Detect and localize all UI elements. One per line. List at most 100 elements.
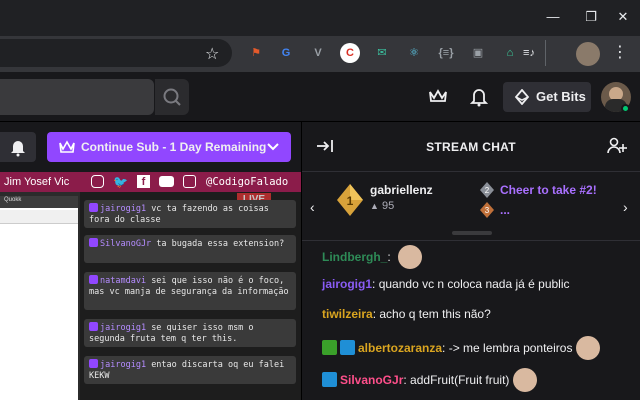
chat-colon: :	[372, 277, 376, 291]
chat-username[interactable]: albertozaranza	[358, 341, 442, 355]
bits-triangle-icon: ▲	[370, 201, 379, 211]
twitch-icon	[183, 175, 196, 188]
twitch-badge-icon	[89, 203, 98, 212]
overlay-chat-message: natamdavi sei que isso não é o foco, mas…	[84, 272, 296, 310]
extension-c-icon[interactable]: C	[340, 43, 360, 63]
ide-tab-label: Quokk	[4, 197, 22, 203]
social-handle-text: @CodigoFalado	[206, 176, 289, 188]
bookmark-star-icon[interactable]: ☆	[205, 44, 219, 64]
stream-social-banner: Jim Yosef Vic 🐦 f @CodigoFalado	[0, 172, 301, 192]
close-icon[interactable]: ✕	[613, 8, 633, 26]
toolbar-divider	[545, 40, 546, 66]
stream-ide-window	[0, 196, 78, 400]
get-bits-button[interactable]: Get Bits	[503, 82, 591, 112]
overlay-username: SilvanoGJr	[100, 239, 152, 249]
chat-message: jairogig1: quando vc n coloca nada já é …	[322, 276, 632, 292]
chevron-down-icon	[267, 143, 279, 151]
twitch-badge-icon	[89, 275, 98, 284]
chat-title: STREAM CHAT	[426, 140, 516, 154]
emote-icon[interactable]	[513, 368, 538, 392]
overlay-username: jairogig1	[100, 360, 147, 370]
rank-3-gem-icon: 3	[479, 201, 495, 224]
address-bar[interactable]	[0, 39, 232, 67]
twitter-icon: 🐦	[113, 175, 128, 189]
follow-notifications-button[interactable]	[0, 132, 36, 162]
chat-username[interactable]: tiwilzeira	[322, 307, 373, 321]
chat-username[interactable]: Lindbergh_	[322, 250, 387, 264]
leaderboard-first-count: ▲ 95	[370, 200, 394, 212]
overlay-chat-message: SilvanoGJr ta bugada essa extension?	[84, 235, 296, 263]
chat-message: albertozaranza: -> me lembra ponteiros	[322, 336, 632, 360]
chat-username[interactable]: SilvanoGJr	[340, 373, 403, 387]
youtube-icon	[159, 176, 174, 187]
svg-text:1: 1	[347, 194, 354, 208]
overlay-username: natamdavi	[100, 276, 147, 286]
vue-devtools-icon[interactable]: V	[308, 43, 328, 63]
chat-message: Lindbergh_:	[322, 245, 632, 269]
ide-tab-bar: Quokk	[0, 196, 78, 208]
twitch-badge-icon	[89, 359, 98, 368]
search-button[interactable]	[155, 79, 189, 115]
leaderboard-next-icon[interactable]: ›	[623, 199, 628, 215]
chat-message: tiwilzeira: acho q tem this não?	[322, 306, 632, 322]
chat-colon: :	[387, 250, 391, 264]
prime-crown-icon[interactable]	[428, 88, 448, 109]
mail-icon[interactable]: ✉	[372, 43, 392, 63]
community-users-icon[interactable]	[607, 137, 627, 160]
overlay-chat-message: jairogig1 vc ta fazendo as coisas fora d…	[84, 200, 296, 228]
online-status-dot	[621, 104, 630, 113]
prime-badge-icon[interactable]	[322, 372, 337, 387]
overlay-username: jairogig1	[100, 204, 147, 214]
chat-colon: :	[403, 373, 407, 387]
sub-crown-icon	[59, 140, 75, 153]
get-bits-label: Get Bits	[536, 89, 586, 104]
leaderboard-prev-icon[interactable]: ‹	[310, 199, 315, 215]
browser-menu-icon[interactable]: ⋮	[612, 44, 628, 62]
facebook-icon: f	[137, 175, 150, 188]
prime-badge-icon[interactable]	[340, 340, 355, 355]
leaderboard-drag-handle[interactable]	[452, 231, 492, 235]
rank-1-gem-icon: 1	[336, 183, 364, 222]
first-count-value: 95	[381, 200, 395, 212]
bell-icon	[11, 141, 25, 157]
continue-sub-button[interactable]: Continue Sub - 1 Day Remaining	[47, 132, 291, 162]
bits-gem-icon	[514, 89, 530, 105]
leaderboard-first-name: gabriellenz	[370, 183, 433, 197]
search-icon	[163, 88, 181, 106]
profile-avatar[interactable]	[576, 42, 600, 66]
instagram-icon	[91, 175, 104, 188]
rank-3-name: ...	[500, 203, 511, 217]
notifications-bell-icon[interactable]	[469, 87, 489, 112]
overlay-username: jairogig1	[100, 323, 147, 333]
chat-message-text: quando vc n coloca nada já é public	[378, 277, 570, 291]
extension-red-icon[interactable]: ⚑	[246, 43, 266, 63]
picture-in-picture-icon[interactable]: ▣	[468, 43, 488, 63]
continue-sub-label: Continue Sub - 1 Day Remaining	[81, 140, 267, 154]
emote-icon[interactable]	[576, 336, 601, 360]
emote-icon[interactable]	[398, 245, 423, 269]
chat-colon: :	[372, 307, 377, 321]
overlay-chat-message: jairogig1 se quiser isso msm o segunda f…	[84, 319, 296, 347]
chat-message-text: acho q tem this não?	[379, 307, 491, 321]
cheer-to-take-link[interactable]: Cheer to take #2!	[500, 183, 597, 197]
google-translate-icon[interactable]: G	[276, 43, 296, 63]
chat-message-text: -> me lembra ponteiros	[448, 341, 573, 355]
chat-message: SilvanoGJr: addFruit(Fruit fruit)	[322, 368, 632, 392]
chat-message-text: addFruit(Fruit fruit)	[410, 373, 510, 387]
twitch-badge-icon	[89, 238, 98, 247]
code-icon[interactable]: {≡}	[436, 43, 456, 63]
react-devtools-icon[interactable]: ⚛	[404, 43, 424, 63]
social-names-text: Jim Yosef Vic	[4, 176, 70, 188]
chat-colon: :	[442, 341, 446, 355]
media-queue-icon[interactable]: ≡♪	[519, 43, 539, 63]
search-input[interactable]	[0, 79, 154, 115]
svg-text:3: 3	[485, 206, 490, 215]
gift-badge-icon[interactable]	[322, 340, 337, 355]
overlay-message-text: ta bugada essa extension?	[156, 239, 285, 249]
svg-text:2: 2	[485, 186, 490, 195]
chat-username[interactable]: jairogig1	[322, 277, 372, 291]
ide-toolbar	[0, 210, 78, 224]
extension-bag-icon[interactable]: ⌂	[500, 43, 520, 63]
restore-icon[interactable]: ❐	[581, 8, 601, 26]
minimize-icon[interactable]: —	[543, 8, 563, 26]
